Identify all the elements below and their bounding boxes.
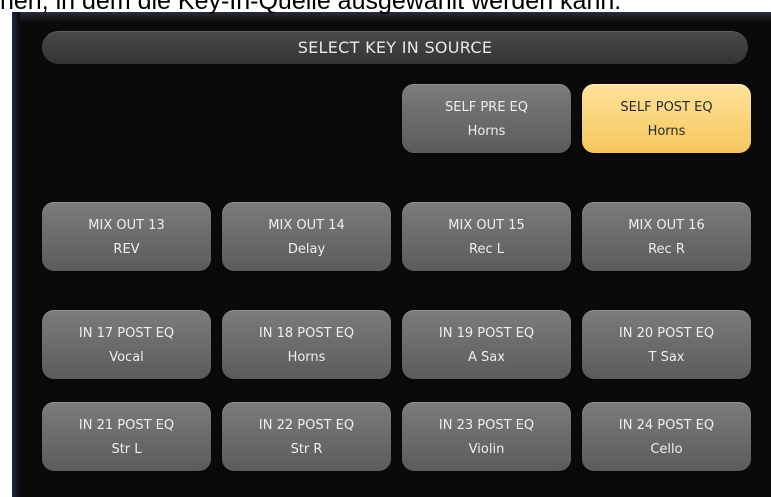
- button-label: IN 22 POST EQ: [258, 418, 355, 433]
- button-label: IN 19 POST EQ: [438, 326, 535, 341]
- button-sublabel: Str R: [290, 442, 323, 457]
- self-post-eq-button[interactable]: SELF POST EQ Horns: [582, 84, 751, 153]
- in-22-post-eq-button[interactable]: IN 22 POST EQ Str R: [222, 402, 391, 471]
- button-label: SELF PRE EQ: [445, 100, 528, 115]
- button-label: MIX OUT 13: [88, 218, 165, 233]
- select-key-in-source-screen: SELECT KEY IN SOURCE SELF PRE EQ Horns S…: [12, 12, 771, 497]
- button-label: IN 21 POST EQ: [78, 418, 175, 433]
- button-label: IN 20 POST EQ: [618, 326, 715, 341]
- button-label: IN 17 POST EQ: [78, 326, 175, 341]
- button-sublabel: Violin: [468, 442, 505, 457]
- button-label: IN 18 POST EQ: [258, 326, 355, 341]
- button-sublabel: Cello: [650, 442, 683, 457]
- self-pre-eq-button[interactable]: SELF PRE EQ Horns: [402, 84, 571, 153]
- button-label: IN 24 POST EQ: [618, 418, 715, 433]
- in-21-post-eq-button[interactable]: IN 21 POST EQ Str L: [42, 402, 211, 471]
- button-sublabel: REV: [113, 242, 140, 257]
- button-sublabel: Horns: [287, 350, 326, 365]
- button-sublabel: Horns: [647, 124, 686, 139]
- button-label: MIX OUT 14: [268, 218, 345, 233]
- in-23-post-eq-button[interactable]: IN 23 POST EQ Violin: [402, 402, 571, 471]
- button-sublabel: Rec L: [469, 242, 504, 257]
- button-sublabel: Str L: [111, 442, 142, 457]
- button-label: MIX OUT 16: [628, 218, 705, 233]
- button-sublabel: Delay: [287, 242, 326, 257]
- button-label: SELF POST EQ: [620, 100, 713, 115]
- in-20-post-eq-button[interactable]: IN 20 POST EQ T Sax: [582, 310, 751, 379]
- mix-out-15-button[interactable]: MIX OUT 15 Rec L: [402, 202, 571, 271]
- in-19-post-eq-button[interactable]: IN 19 POST EQ A Sax: [402, 310, 571, 379]
- mix-out-16-button[interactable]: MIX OUT 16 Rec R: [582, 202, 751, 271]
- button-label: IN 23 POST EQ: [438, 418, 535, 433]
- button-sublabel: Horns: [467, 124, 506, 139]
- in-18-post-eq-button[interactable]: IN 18 POST EQ Horns: [222, 310, 391, 379]
- screen-edge-glow: [12, 12, 20, 497]
- button-sublabel: T Sax: [648, 350, 685, 365]
- document-caption: hen, in dem die Key-In-Quelle ausgewählt…: [0, 0, 622, 15]
- in-24-post-eq-button[interactable]: IN 24 POST EQ Cello: [582, 402, 751, 471]
- in-17-post-eq-button[interactable]: IN 17 POST EQ Vocal: [42, 310, 211, 379]
- button-sublabel: Rec R: [648, 242, 685, 257]
- button-label: MIX OUT 15: [448, 218, 525, 233]
- button-sublabel: A Sax: [468, 350, 505, 365]
- mix-out-14-button[interactable]: MIX OUT 14 Delay: [222, 202, 391, 271]
- dialog-title: SELECT KEY IN SOURCE: [42, 31, 748, 64]
- button-sublabel: Vocal: [109, 350, 144, 365]
- mix-out-13-button[interactable]: MIX OUT 13 REV: [42, 202, 211, 271]
